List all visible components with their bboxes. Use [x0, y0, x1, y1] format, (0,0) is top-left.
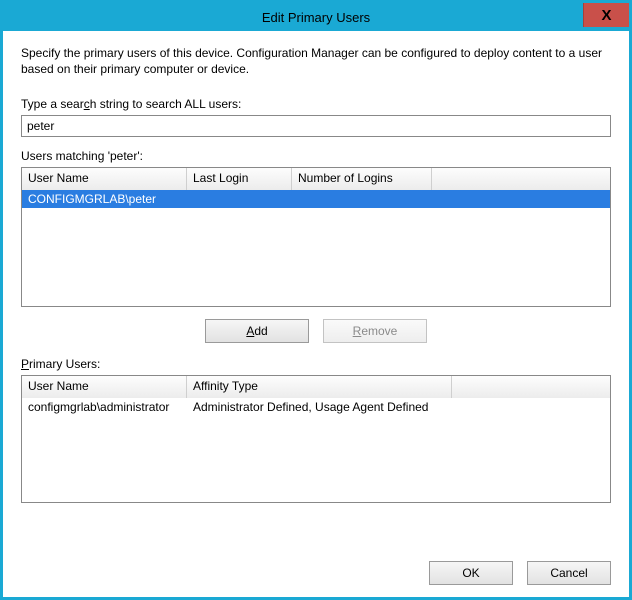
col-num-logins[interactable]: Number of Logins	[292, 168, 432, 190]
matching-header: User Name Last Login Number of Logins	[22, 168, 610, 190]
cell-num-logins	[292, 198, 432, 200]
cell-affinity: Administrator Defined, Usage Agent Defin…	[187, 399, 610, 415]
window-title: Edit Primary Users	[262, 10, 370, 25]
cancel-button[interactable]: Cancel	[527, 561, 611, 585]
ok-button[interactable]: OK	[429, 561, 513, 585]
cell-user: configmgrlab\administrator	[22, 399, 187, 415]
matching-body: CONFIGMGRLAB\peter	[22, 190, 610, 208]
dialog-footer: OK Cancel	[21, 561, 611, 587]
cell-user: CONFIGMGRLAB\peter	[22, 191, 187, 207]
col-filler	[432, 168, 610, 190]
titlebar[interactable]: Edit Primary Users X	[3, 3, 629, 31]
description-text: Specify the primary users of this device…	[21, 45, 611, 77]
primary-header: User Name Affinity Type	[22, 376, 610, 398]
primary-body: configmgrlab\administrator Administrator…	[22, 398, 610, 416]
primary-table[interactable]: User Name Affinity Type configmgrlab\adm…	[21, 375, 611, 503]
dialog-content: Specify the primary users of this device…	[3, 31, 629, 597]
col-user-name[interactable]: User Name	[22, 376, 187, 398]
add-button[interactable]: Add	[205, 319, 309, 343]
col-last-login[interactable]: Last Login	[187, 168, 292, 190]
col-user-name[interactable]: User Name	[22, 168, 187, 190]
matching-label: Users matching 'peter':	[21, 149, 611, 163]
table-row[interactable]: configmgrlab\administrator Administrator…	[22, 398, 610, 416]
add-remove-row: Add Remove	[21, 319, 611, 343]
col-affinity[interactable]: Affinity Type	[187, 376, 452, 398]
close-icon[interactable]: X	[583, 3, 629, 27]
matching-table[interactable]: User Name Last Login Number of Logins CO…	[21, 167, 611, 307]
primary-label: Primary Users:	[21, 357, 611, 371]
edit-primary-users-window: Edit Primary Users X Specify the primary…	[0, 0, 632, 600]
cell-last-login	[187, 198, 292, 200]
remove-button: Remove	[323, 319, 427, 343]
table-row[interactable]: CONFIGMGRLAB\peter	[22, 190, 610, 208]
search-label: Type a search string to search ALL users…	[21, 97, 611, 111]
search-input[interactable]	[21, 115, 611, 137]
col-filler	[452, 376, 610, 398]
